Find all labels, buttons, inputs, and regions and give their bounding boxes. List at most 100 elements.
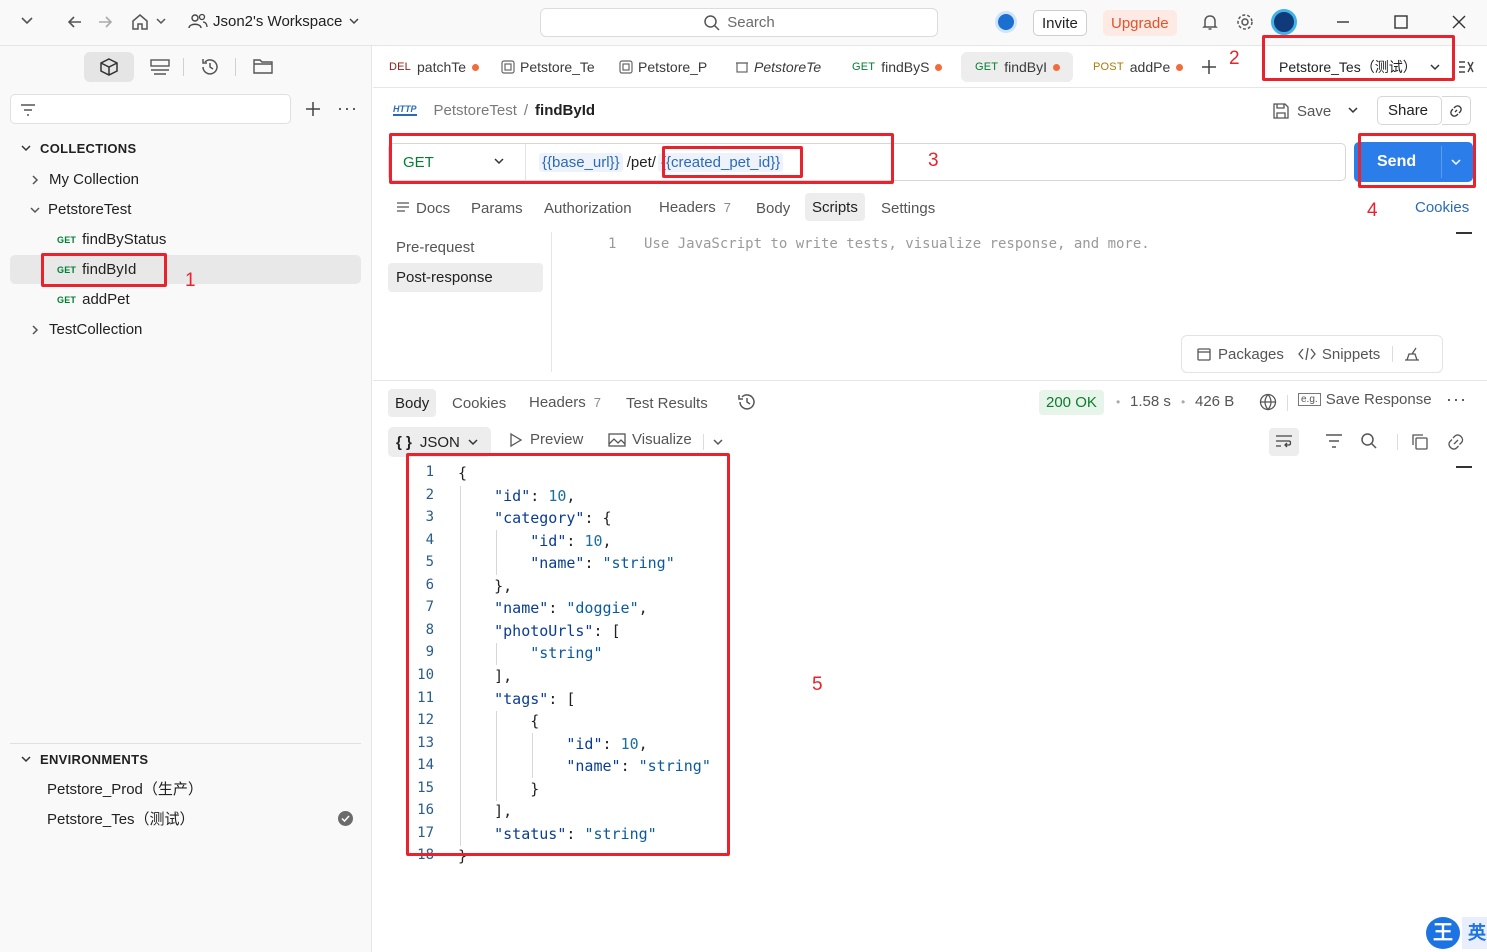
save-options-chevron-icon[interactable] xyxy=(1347,104,1359,116)
headers-count: 7 xyxy=(593,394,601,410)
ime-icon[interactable]: 王 xyxy=(1426,917,1460,949)
response-tab-body[interactable]: Body xyxy=(388,389,437,417)
search-icon[interactable] xyxy=(1360,432,1378,450)
upgrade-button[interactable]: Upgrade xyxy=(1103,10,1177,36)
environments-header[interactable]: ENVIRONMENTS xyxy=(20,749,148,769)
snippets-label: Snippets xyxy=(1321,345,1381,363)
breadcrumb-collection[interactable]: PetstoreTest xyxy=(434,102,517,119)
save-response-button[interactable]: e.g. Save Response xyxy=(1298,391,1432,408)
annotation-box-2 xyxy=(1262,35,1455,81)
environment-quick-look-icon[interactable] xyxy=(1457,58,1475,76)
chevron-down-icon[interactable] xyxy=(712,436,724,448)
collection-petstoretest[interactable]: PetstoreTest xyxy=(10,195,361,224)
forward-arrow-icon[interactable] xyxy=(96,13,114,31)
filter-icon[interactable] xyxy=(1325,433,1343,449)
collections-header[interactable]: COLLECTIONS xyxy=(20,138,136,158)
tab-findbyid[interactable]: GET findByI xyxy=(961,52,1073,82)
code-icon xyxy=(1298,347,1316,361)
breadcrumb-request-name[interactable]: findById xyxy=(535,102,595,119)
packages-button[interactable]: Packages xyxy=(1196,346,1284,363)
more-options-icon[interactable]: ··· xyxy=(1446,389,1467,410)
more-options-icon[interactable]: ··· xyxy=(337,98,358,119)
tab-findbystatus[interactable]: GET findByS xyxy=(838,52,948,82)
example-icon: e.g. xyxy=(1298,393,1321,406)
tab-label: Petstore_Te xyxy=(520,59,595,75)
minimize-icon[interactable] xyxy=(1335,14,1351,30)
workspace-switcher[interactable]: Json2's Workspace xyxy=(188,12,360,30)
new-tab-plus-icon[interactable] xyxy=(1200,58,1218,76)
plus-icon[interactable] xyxy=(304,100,322,118)
request-findbystatus[interactable]: GET findByStatus xyxy=(10,225,361,254)
tab-settings[interactable]: Settings xyxy=(881,194,935,222)
ime-language-icon[interactable]: 英 xyxy=(1462,917,1487,949)
home-icon[interactable] xyxy=(130,12,150,32)
save-label: Save xyxy=(1297,102,1332,120)
divider xyxy=(183,58,184,76)
response-tab-cookies[interactable]: Cookies xyxy=(452,389,506,417)
tab-petstore-p[interactable]: Petstore_P xyxy=(605,52,719,82)
close-icon[interactable] xyxy=(1451,14,1467,30)
script-editor[interactable]: Use JavaScript to write tests, visualize… xyxy=(644,236,1150,252)
tab-params[interactable]: Params xyxy=(471,194,523,222)
response-tab-headers[interactable]: Headers 7 xyxy=(529,388,601,416)
cookies-link[interactable]: Cookies xyxy=(1415,193,1469,221)
response-history-icon[interactable] xyxy=(736,392,758,412)
annotation-box-3a xyxy=(389,133,894,184)
share-button[interactable]: Share xyxy=(1377,96,1442,125)
collection-testcollection[interactable]: TestCollection xyxy=(10,315,361,344)
annotation-label-3: 3 xyxy=(928,150,939,171)
request-label: findByStatus xyxy=(82,231,167,248)
environment-prod[interactable]: Petstore_Prod（生产） xyxy=(10,774,361,803)
chevron-down-icon[interactable] xyxy=(155,15,167,27)
chevron-down-icon[interactable] xyxy=(20,13,34,27)
snippets-button[interactable]: Snippets xyxy=(1298,346,1380,363)
tab-petstoretest[interactable]: PetstoreTe xyxy=(721,52,833,82)
collection-icon xyxy=(501,60,515,74)
tab-petstore-te[interactable]: Petstore_Te xyxy=(487,52,601,82)
copy-icon[interactable] xyxy=(1411,433,1429,451)
tab-docs[interactable]: Docs xyxy=(396,194,450,222)
wrap-lines-button[interactable] xyxy=(1269,428,1299,456)
script-line-number: 1 xyxy=(608,236,617,252)
gear-icon[interactable] xyxy=(1235,12,1255,32)
response-time[interactable]: 1.58 s xyxy=(1130,393,1171,410)
share-label: Share xyxy=(1388,102,1429,119)
back-arrow-icon[interactable] xyxy=(66,13,84,31)
collection-my-collection[interactable]: My Collection xyxy=(10,165,361,194)
script-label: Post-response xyxy=(396,269,493,286)
method-badge: DEL xyxy=(389,61,411,73)
search-input[interactable]: Search xyxy=(540,8,938,37)
tab-addpet[interactable]: POST addPe xyxy=(1079,52,1183,82)
tab-headers[interactable]: Headers 7 xyxy=(659,193,731,221)
maximize-icon[interactable] xyxy=(1393,14,1409,30)
annotation-label-1: 1 xyxy=(185,270,196,291)
collections-nav-button[interactable] xyxy=(84,52,134,82)
tab-patch[interactable]: DEL patchTe xyxy=(375,52,487,82)
tab-scripts[interactable]: Scripts xyxy=(805,193,865,221)
invite-button[interactable]: Invite xyxy=(1033,10,1087,36)
folder-icon[interactable] xyxy=(252,57,274,75)
status-badge[interactable]: 200 OK xyxy=(1039,390,1104,415)
script-post-response[interactable]: Post-response xyxy=(388,263,543,292)
script-pre-request[interactable]: Pre-request xyxy=(396,233,474,261)
environment-test[interactable]: Petstore_Tes（测试） xyxy=(10,804,361,833)
preview-button[interactable]: Preview xyxy=(508,431,583,448)
history-icon[interactable] xyxy=(200,57,220,77)
copy-link-button[interactable] xyxy=(1442,96,1471,125)
response-tab-test-results[interactable]: Test Results xyxy=(626,389,708,417)
tab-body[interactable]: Body xyxy=(756,194,790,222)
sidebar-filter-input[interactable] xyxy=(10,94,291,124)
bell-icon[interactable] xyxy=(1200,12,1220,32)
format-label: JSON xyxy=(419,433,460,451)
network-globe-icon[interactable] xyxy=(1258,392,1278,412)
response-size[interactable]: 426 B xyxy=(1195,393,1234,410)
environments-nav-icon[interactable] xyxy=(149,58,171,76)
tab-authorization[interactable]: Authorization xyxy=(544,194,632,222)
avatar[interactable] xyxy=(1271,9,1297,35)
save-button[interactable]: Save xyxy=(1272,99,1331,123)
sync-status-icon[interactable] xyxy=(995,11,1017,33)
visualize-button[interactable]: Visualize xyxy=(608,431,692,448)
visualize-label: Visualize xyxy=(632,431,692,448)
scroll-indicator xyxy=(1456,466,1472,468)
link-icon[interactable] xyxy=(1447,433,1465,451)
